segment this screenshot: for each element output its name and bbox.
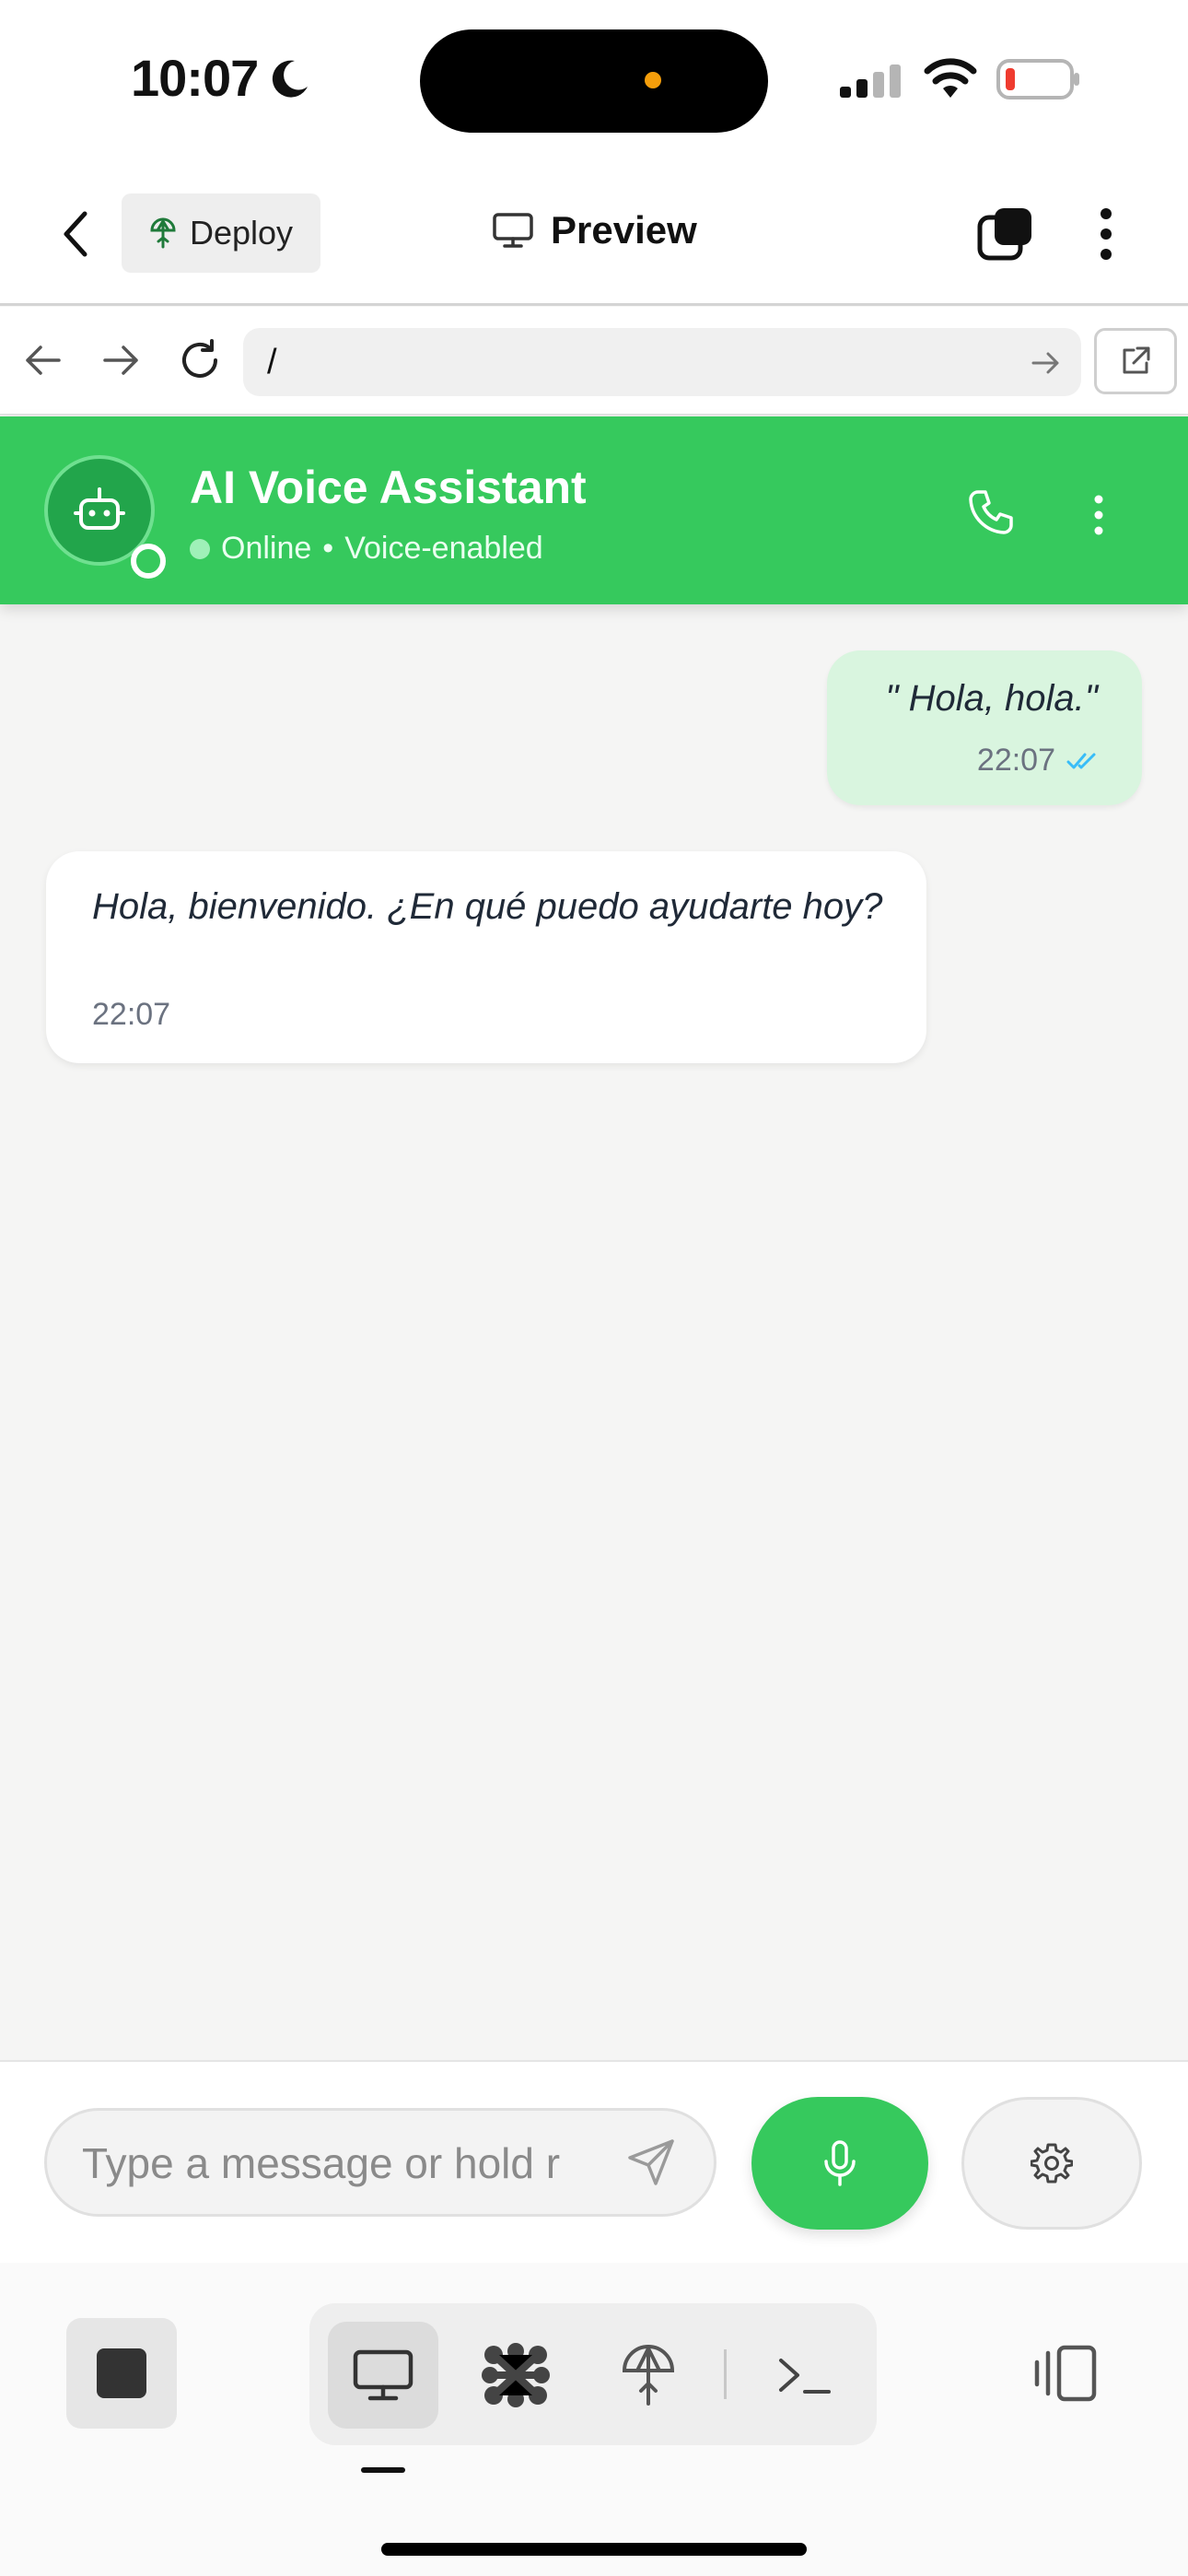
wifi-icon: [924, 58, 977, 98]
back-button[interactable]: [55, 208, 99, 260]
arrow-left-icon[interactable]: [22, 339, 64, 381]
message-input-wrapper: [44, 2108, 716, 2217]
outgoing-message[interactable]: " Hola, hola." 22:07: [827, 650, 1142, 805]
send-icon[interactable]: [624, 2136, 678, 2189]
url-text: /: [267, 342, 277, 381]
terminal-icon: [779, 2359, 831, 2394]
reload-icon[interactable]: [177, 337, 223, 383]
external-link-icon: [1123, 346, 1150, 374]
chat-more-options-icon[interactable]: [1089, 492, 1109, 538]
go-arrow-icon[interactable]: [1030, 346, 1063, 380]
tool-apps[interactable]: [460, 2322, 571, 2429]
moon-icon: [272, 60, 308, 98]
chat-title: AI Voice Assistant: [190, 462, 587, 513]
dynamic-island: [420, 29, 768, 133]
message-input[interactable]: [82, 2131, 625, 2195]
battery-low-icon: [996, 59, 1079, 100]
more-options-icon[interactable]: [1092, 205, 1120, 263]
phone-icon[interactable]: [965, 486, 1017, 538]
layout-toggle-icon[interactable]: [1031, 2344, 1100, 2403]
microphone-icon: [824, 2140, 856, 2186]
message-time: 22:07: [92, 997, 171, 1032]
camera-indicator-icon: [645, 72, 661, 88]
incoming-message[interactable]: Hola, bienvenido. ¿En qué puedo ayudarte…: [46, 851, 926, 1063]
tool-terminal[interactable]: [750, 2322, 860, 2429]
stop-button[interactable]: [66, 2318, 177, 2429]
cellular-signal-icon: [840, 64, 901, 98]
tool-preview[interactable]: [328, 2322, 438, 2429]
deploy-label: Deploy: [189, 214, 294, 252]
chat-capability: Voice-enabled: [344, 531, 543, 566]
deploy-icon: [150, 217, 176, 249]
arrow-right-icon[interactable]: [99, 339, 142, 381]
robot-icon: [74, 487, 125, 530]
home-indicator: [381, 2543, 807, 2556]
toolbar-divider: [724, 2349, 727, 2399]
message-time: 22:07: [976, 743, 1055, 778]
apps-icon: [482, 2343, 550, 2407]
voice-settings-button[interactable]: [961, 2097, 1142, 2230]
preview-icon: [353, 2349, 413, 2401]
microphone-button[interactable]: [751, 2097, 928, 2230]
preview-title: Preview: [492, 208, 697, 252]
chat-status-separator: •: [322, 531, 334, 566]
active-tool-indicator: [361, 2467, 405, 2473]
double-check-icon: [1066, 753, 1096, 768]
message-text: Hola, bienvenido. ¿En qué puedo ayudarte…: [92, 886, 883, 927]
chat-status: Online: [221, 531, 312, 566]
monitor-icon: [493, 213, 533, 248]
preview-label: Preview: [551, 208, 697, 252]
open-external-button[interactable]: [1094, 328, 1177, 394]
tool-deploy[interactable]: [593, 2322, 704, 2429]
gear-icon: [1031, 2143, 1073, 2184]
tabs-icon[interactable]: [976, 205, 1035, 263]
deploy-button[interactable]: Deploy: [122, 193, 320, 273]
deploy-icon: [622, 2345, 675, 2406]
message-meta: 22:07: [977, 743, 1098, 779]
online-status-dot: [131, 544, 166, 579]
stop-icon: [97, 2348, 146, 2398]
chat-subtitle: Online • Voice-enabled: [190, 531, 543, 567]
message-text: " Hola, hola.": [885, 678, 1098, 719]
online-dot-icon: [190, 538, 210, 559]
status-time: 10:07: [131, 49, 259, 107]
url-input[interactable]: /: [243, 328, 1081, 396]
